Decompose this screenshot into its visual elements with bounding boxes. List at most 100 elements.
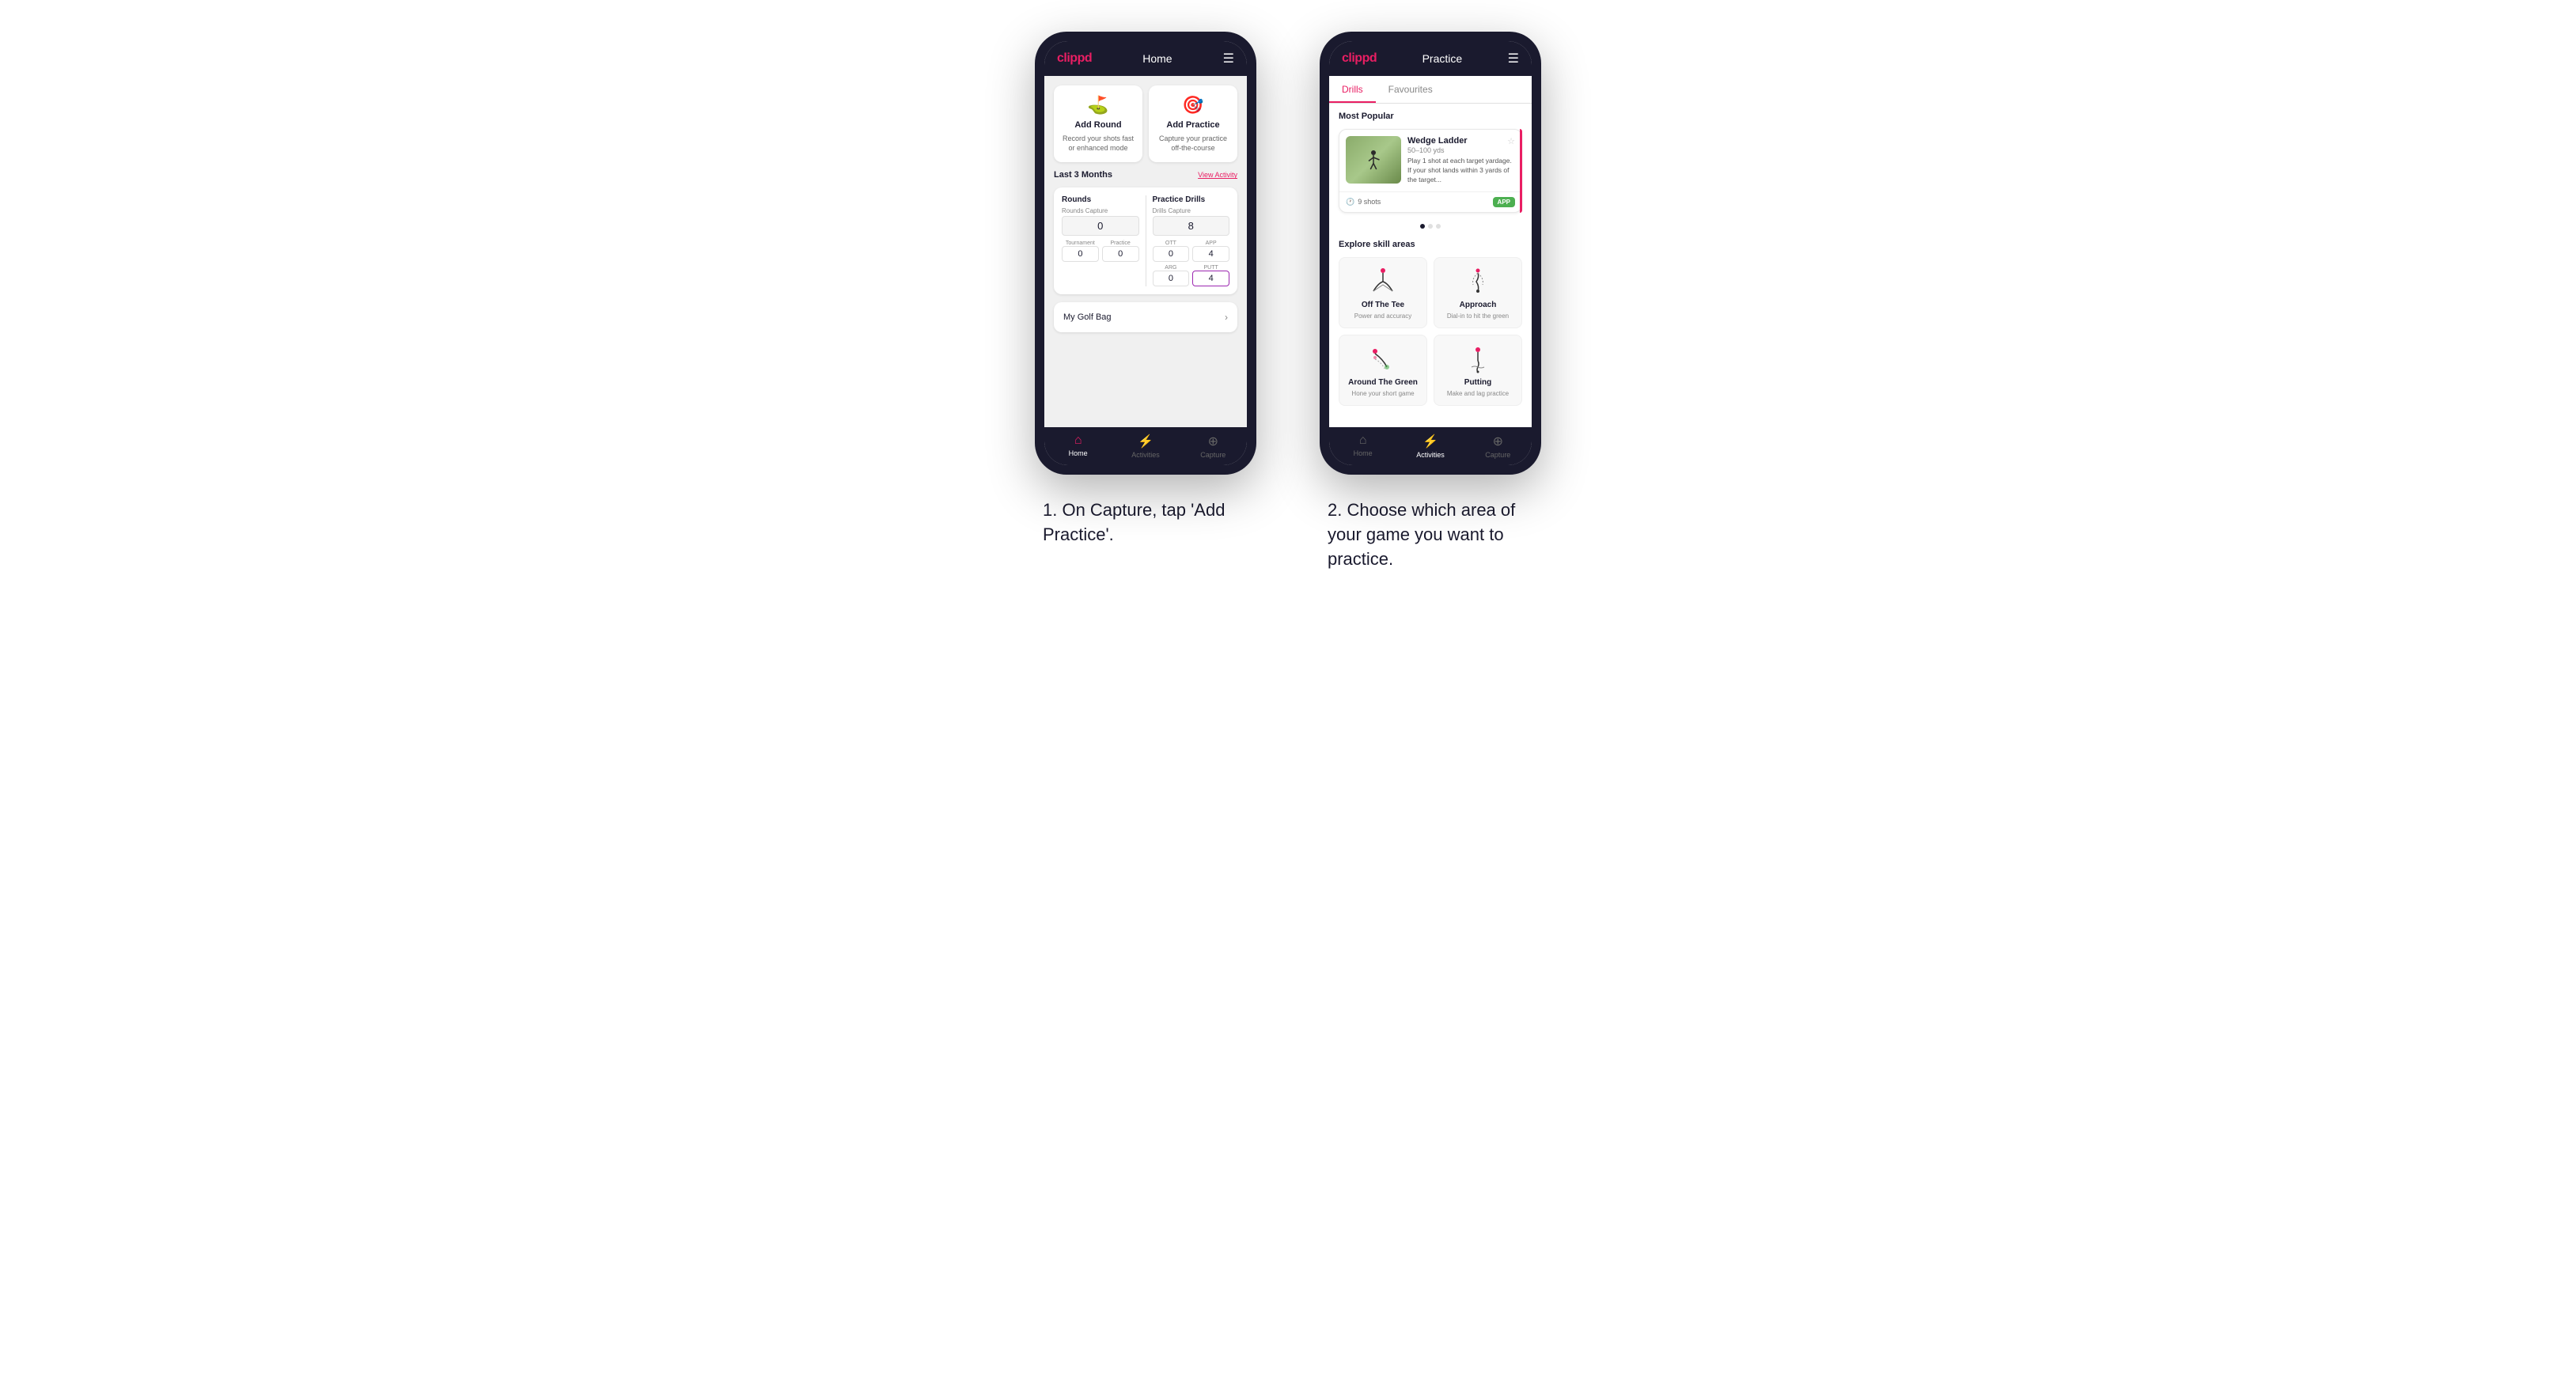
arg-label: ARG — [1153, 265, 1190, 271]
home-nav-label-1: Home — [1069, 449, 1088, 457]
off-the-tee-desc: Power and accuracy — [1354, 312, 1411, 320]
practice-stat: Practice 0 — [1102, 240, 1139, 262]
drills-capture-value: 8 — [1153, 216, 1230, 236]
golf-bag-row[interactable]: My Golf Bag › — [1054, 302, 1237, 332]
tabs-row: Drills Favourites — [1329, 76, 1532, 104]
dot-3 — [1436, 224, 1441, 229]
nav-activities-2[interactable]: ⚡ Activities — [1396, 427, 1464, 465]
most-popular-title: Most Popular — [1339, 112, 1522, 121]
stats-section-header: Last 3 Months View Activity — [1054, 170, 1237, 180]
add-round-card[interactable]: ⛳ Add Round Record your shots fast or en… — [1054, 85, 1142, 162]
skill-card-putting[interactable]: Putting Make and lag practice — [1434, 335, 1522, 406]
stats-card: Rounds Rounds Capture 0 Tournament 0 — [1054, 187, 1237, 294]
bottom-nav-2: ⌂ Home ⚡ Activities ⊕ Capture — [1329, 427, 1532, 465]
practice-content: Drills Favourites Most Popular — [1329, 76, 1532, 427]
tab-drills[interactable]: Drills — [1329, 76, 1376, 103]
stats-section-title: Last 3 Months — [1054, 170, 1112, 180]
phone-section-1: clippd Home ☰ ⛳ Add Round Record your sh… — [1035, 32, 1256, 547]
featured-image-inner — [1346, 136, 1401, 184]
caption-2: 2. Choose which area of your game you wa… — [1328, 498, 1533, 571]
nav-activities-1[interactable]: ⚡ Activities — [1112, 427, 1179, 465]
phone-screen-2: clippd Practice ☰ Drills Favourites Most… — [1329, 41, 1532, 465]
arg-desc: Hone your short game — [1351, 390, 1414, 397]
nav-capture-1[interactable]: ⊕ Capture — [1180, 427, 1247, 465]
clock-icon: 🕐 — [1346, 198, 1354, 206]
practice-label: Practice — [1102, 240, 1139, 246]
rounds-sub-stats: Tournament 0 Practice 0 — [1062, 240, 1139, 262]
skill-card-off-the-tee[interactable]: Off The Tee Power and accuracy — [1339, 257, 1427, 328]
phone-screen-1: clippd Home ☰ ⛳ Add Round Record your sh… — [1044, 41, 1247, 465]
shots-count: 9 shots — [1358, 198, 1381, 206]
putt-label: PUTT — [1192, 265, 1229, 271]
app-badge: APP — [1493, 197, 1515, 207]
hamburger-icon-2[interactable]: ☰ — [1508, 51, 1519, 66]
chevron-right-icon: › — [1225, 312, 1228, 323]
activities-nav-label-2: Activities — [1416, 451, 1445, 459]
off-the-tee-name: Off The Tee — [1362, 301, 1404, 309]
add-practice-title: Add Practice — [1166, 120, 1219, 130]
featured-footer: 🕐 9 shots APP — [1339, 191, 1521, 212]
add-round-icon: ⛳ — [1087, 95, 1108, 116]
drills-capture: Drills Capture 8 — [1153, 207, 1230, 236]
arg-stat: ARG 0 — [1153, 265, 1190, 286]
header-title-1: Home — [1142, 52, 1172, 65]
nav-capture-2[interactable]: ⊕ Capture — [1464, 427, 1532, 465]
around-the-green-icon — [1363, 343, 1403, 375]
featured-drill-info: Wedge Ladder ☆ 50–100 yds Play 1 shot at… — [1407, 136, 1515, 185]
featured-drill-image — [1346, 136, 1401, 184]
add-practice-icon: 🎯 — [1182, 95, 1203, 116]
putting-svg — [1462, 345, 1494, 373]
app-value: 4 — [1192, 246, 1229, 262]
home-nav-icon-1: ⌂ — [1074, 434, 1082, 448]
activities-nav-icon-2: ⚡ — [1422, 434, 1438, 449]
putt-value: 4 — [1192, 271, 1229, 286]
arg-name: Around The Green — [1348, 378, 1418, 387]
practice-value: 0 — [1102, 246, 1139, 262]
off-the-tee-svg — [1367, 267, 1399, 296]
putt-stat: PUTT 4 — [1192, 265, 1229, 286]
phone-section-2: clippd Practice ☰ Drills Favourites Most… — [1320, 32, 1541, 571]
header-title-2: Practice — [1422, 52, 1463, 65]
rounds-capture-label: Rounds Capture — [1062, 207, 1139, 214]
app-logo-1: clippd — [1057, 51, 1092, 66]
stats-row: Rounds Rounds Capture 0 Tournament 0 — [1062, 195, 1229, 286]
drills-title: Practice Drills — [1153, 195, 1230, 204]
bottom-nav-1: ⌂ Home ⚡ Activities ⊕ Capture — [1044, 427, 1247, 465]
nav-home-2[interactable]: ⌂ Home — [1329, 427, 1396, 465]
add-practice-card[interactable]: 🎯 Add Practice Capture your practice off… — [1149, 85, 1237, 162]
page-container: clippd Home ☰ ⛳ Add Round Record your sh… — [813, 32, 1763, 571]
featured-desc: Play 1 shot at each target yardage. If y… — [1407, 157, 1515, 185]
capture-nav-label-1: Capture — [1200, 451, 1225, 459]
hamburger-icon-1[interactable]: ☰ — [1223, 51, 1234, 66]
approach-name: Approach — [1460, 301, 1497, 309]
app-header-1: clippd Home ☰ — [1044, 41, 1247, 76]
add-round-subtitle: Record your shots fast or enhanced mode — [1060, 134, 1136, 153]
ott-stat: OTT 0 — [1153, 240, 1190, 262]
app-label: APP — [1192, 240, 1229, 246]
skill-card-arg[interactable]: Around The Green Hone your short game — [1339, 335, 1427, 406]
app-logo-2: clippd — [1342, 51, 1377, 66]
shots-info: 🕐 9 shots — [1346, 198, 1381, 206]
arg-svg — [1367, 345, 1399, 373]
skill-grid: Off The Tee Power and accuracy — [1339, 257, 1522, 406]
golfer-figure — [1362, 148, 1385, 172]
explore-title: Explore skill areas — [1339, 240, 1522, 249]
skill-card-approach[interactable]: Approach Dial-in to hit the green — [1434, 257, 1522, 328]
nav-home-1[interactable]: ⌂ Home — [1044, 427, 1112, 465]
golf-bag-label: My Golf Bag — [1063, 312, 1112, 322]
star-icon[interactable]: ☆ — [1507, 136, 1515, 146]
practice-inner: Most Popular — [1329, 104, 1532, 427]
capture-nav-icon-1: ⊕ — [1208, 434, 1218, 449]
putting-icon — [1458, 343, 1498, 375]
featured-card[interactable]: Wedge Ladder ☆ 50–100 yds Play 1 shot at… — [1339, 129, 1522, 213]
tab-favourites[interactable]: Favourites — [1376, 76, 1445, 103]
phone-frame-1: clippd Home ☰ ⛳ Add Round Record your sh… — [1035, 32, 1256, 475]
approach-svg — [1462, 267, 1494, 296]
putting-desc: Make and lag practice — [1447, 390, 1509, 397]
ott-value: 0 — [1153, 246, 1190, 262]
view-activity-link[interactable]: View Activity — [1198, 171, 1237, 179]
app-header-2: clippd Practice ☰ — [1329, 41, 1532, 76]
carousel-dots — [1339, 221, 1522, 232]
capture-nav-icon-2: ⊕ — [1493, 434, 1503, 449]
featured-info-header: Wedge Ladder ☆ — [1407, 136, 1515, 146]
